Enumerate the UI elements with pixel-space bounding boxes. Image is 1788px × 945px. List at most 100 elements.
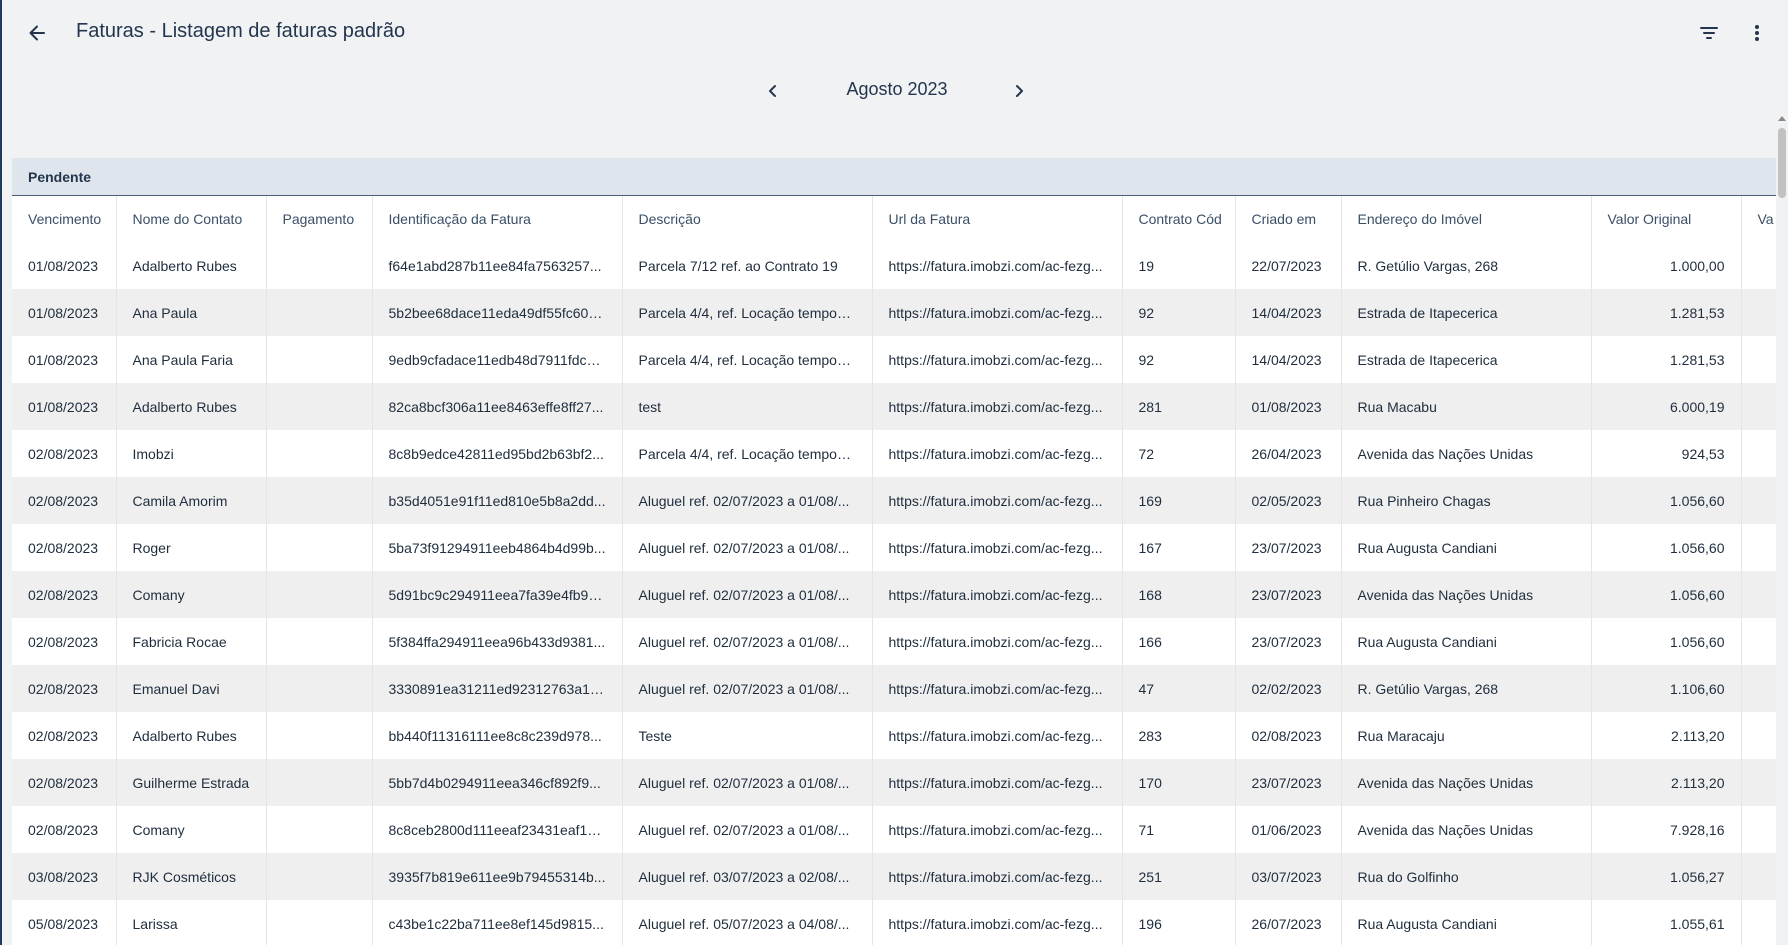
column-header[interactable]: Pagamento (266, 196, 373, 242)
column-header[interactable]: Url da Fatura (872, 196, 1123, 242)
table-cell: Aluguel ref. 02/07/2023 a 01/08/... (622, 524, 873, 571)
table-cell: Rua Maracaju (1341, 712, 1592, 759)
table-cell: 14/04/2023 (1235, 289, 1342, 336)
chevron-right-icon (1016, 85, 1023, 97)
filter-button[interactable] (1694, 18, 1724, 48)
table-cell: RJK Cosméticos (116, 853, 267, 900)
table-cell: Aluguel ref. 03/07/2023 a 02/08/... (622, 853, 873, 900)
table-cell (1741, 806, 1776, 853)
table-row[interactable]: 02/08/2023 Fabricia Rocae 5f384ffa294911ee… (12, 618, 1776, 665)
table-row[interactable]: 02/08/2023 Imobzi 8c8b9edce42811ed95bd2b63… (12, 430, 1776, 477)
table-cell: https://fatura.imobzi.com/ac-fezg... (872, 712, 1123, 759)
table-cell (266, 900, 373, 945)
table-cell (266, 477, 373, 524)
table-row[interactable]: 02/08/2023 Adalberto Rubes bb440f11316111e… (12, 712, 1776, 759)
table-row[interactable]: 02/08/2023 Emanuel Davi 3330891ea31211ed92… (12, 665, 1776, 712)
table-cell: Rua Augusta Candiani (1341, 618, 1592, 665)
table-cell: Aluguel ref. 02/07/2023 a 01/08/... (622, 665, 873, 712)
column-header[interactable]: Nome do Contato (116, 196, 267, 242)
scroll-up-arrow-icon[interactable] (1778, 116, 1786, 121)
table-cell: 05/08/2023 (12, 900, 117, 945)
table-row[interactable]: 02/08/2023 Camila Amorim b35d4051e91f11ed8… (12, 477, 1776, 524)
table-cell: Comany (116, 571, 267, 618)
table-cell: f64e1abd287b11ee84fa7563257... (372, 242, 623, 289)
column-header[interactable]: Valor Original (1591, 196, 1742, 242)
table-cell: Parcela 7/12 ref. ao Contrato 19 (622, 242, 873, 289)
table-cell: https://fatura.imobzi.com/ac-fezg... (872, 383, 1123, 430)
table-cell: Teste (622, 712, 873, 759)
column-header[interactable]: Va (1741, 196, 1776, 242)
table-cell: 8c8ceb2800d111eeaf23431eaf16... (372, 806, 623, 853)
table-cell: 8c8b9edce42811ed95bd2b63bf2... (372, 430, 623, 477)
table-row[interactable]: 03/08/2023 RJK Cosméticos 3935f7b819e611ee… (12, 853, 1776, 900)
table-cell: 281 (1122, 383, 1236, 430)
table-cell: Aluguel ref. 02/07/2023 a 01/08/... (622, 571, 873, 618)
table-cell: Camila Amorim (116, 477, 267, 524)
chevron-left-icon (769, 85, 776, 97)
table-cell: 02/05/2023 (1235, 477, 1342, 524)
table-cell: 196 (1122, 900, 1236, 945)
table-cell: 924,53 (1591, 430, 1742, 477)
column-header[interactable]: Descrição (622, 196, 873, 242)
group-header-pendente[interactable]: Pendente (12, 158, 1776, 196)
column-header[interactable]: Vencimento (12, 196, 117, 242)
table-cell: 167 (1122, 524, 1236, 571)
table-cell: 01/06/2023 (1235, 806, 1342, 853)
table-cell: 23/07/2023 (1235, 618, 1342, 665)
table-cell (266, 759, 373, 806)
table-cell: 02/08/2023 (12, 759, 117, 806)
table-cell: 01/08/2023 (12, 242, 117, 289)
table-cell: 01/08/2023 (12, 336, 117, 383)
table-cell: 02/08/2023 (12, 477, 117, 524)
table-cell: https://fatura.imobzi.com/ac-fezg... (872, 806, 1123, 853)
table-row[interactable]: 02/08/2023 Roger 5ba73f91294911eeb4864b4d9… (12, 524, 1776, 571)
table-row[interactable]: 02/08/2023 Comany 8c8ceb2800d111eeaf23431e… (12, 806, 1776, 853)
column-header[interactable]: Endereço do Imóvel (1341, 196, 1592, 242)
table-body: 01/08/2023 Adalberto Rubes f64e1abd287b11e… (12, 242, 1776, 945)
table-cell: 1.056,60 (1591, 618, 1742, 665)
table-cell (266, 524, 373, 571)
table-cell: Rua Pinheiro Chagas (1341, 477, 1592, 524)
column-header[interactable]: Identificação da Fatura (372, 196, 623, 242)
table-cell: 166 (1122, 618, 1236, 665)
table-cell: https://fatura.imobzi.com/ac-fezg... (872, 524, 1123, 571)
vertical-scrollbar[interactable] (1776, 116, 1788, 945)
table-row[interactable]: 01/08/2023 Ana Paula 5b2bee68dace11eda49df… (12, 289, 1776, 336)
table-cell (1741, 289, 1776, 336)
table-cell (266, 665, 373, 712)
table-cell: 9edb9cfadace11edb48d7911fdc5... (372, 336, 623, 383)
previous-month-button[interactable] (758, 76, 788, 106)
table-row[interactable]: 01/08/2023 Ana Paula Faria 9edb9cfadace11e… (12, 336, 1776, 383)
table-cell: 01/08/2023 (1235, 383, 1342, 430)
back-button[interactable] (22, 18, 52, 48)
table-cell (1741, 430, 1776, 477)
table-cell: Parcela 4/4, ref. Locação tempora... (622, 289, 873, 336)
more-options-button[interactable] (1742, 18, 1772, 48)
next-month-button[interactable] (1004, 76, 1034, 106)
table-cell: 168 (1122, 571, 1236, 618)
filter-icon (1700, 27, 1718, 39)
table-cell: 6.000,19 (1591, 383, 1742, 430)
table-cell: R. Getúlio Vargas, 268 (1341, 665, 1592, 712)
table-cell: Parcela 4/4, ref. Locação tempora... (622, 430, 873, 477)
table-row[interactable]: 01/08/2023 Adalberto Rubes f64e1abd287b11e… (12, 242, 1776, 289)
table-cell: 1.056,60 (1591, 477, 1742, 524)
table-cell: Avenida das Nações Unidas (1341, 759, 1592, 806)
table-cell (266, 336, 373, 383)
table-row[interactable]: 02/08/2023 Comany 5d91bc9c294911eea7fa39e4… (12, 571, 1776, 618)
column-header[interactable]: Criado em (1235, 196, 1342, 242)
table-cell: c43be1c22ba711ee8ef145d9815... (372, 900, 623, 945)
scrollbar-thumb[interactable] (1778, 128, 1786, 198)
table-cell (1741, 336, 1776, 383)
column-header[interactable]: Contrato Cód (1122, 196, 1236, 242)
table-cell: Aluguel ref. 02/07/2023 a 01/08/... (622, 806, 873, 853)
table-cell: R. Getúlio Vargas, 268 (1341, 242, 1592, 289)
table-cell: Ana Paula Faria (116, 336, 267, 383)
table-row[interactable]: 05/08/2023 Larissa c43be1c22ba711ee8ef145d… (12, 900, 1776, 945)
table-row[interactable]: 01/08/2023 Adalberto Rubes 82ca8bcf306a11e… (12, 383, 1776, 430)
table-cell: https://fatura.imobzi.com/ac-fezg... (872, 571, 1123, 618)
table-cell: https://fatura.imobzi.com/ac-fezg... (872, 289, 1123, 336)
table-cell: Emanuel Davi (116, 665, 267, 712)
table-cell: 170 (1122, 759, 1236, 806)
table-row[interactable]: 02/08/2023 Guilherme Estrada 5bb7d4b029491… (12, 759, 1776, 806)
